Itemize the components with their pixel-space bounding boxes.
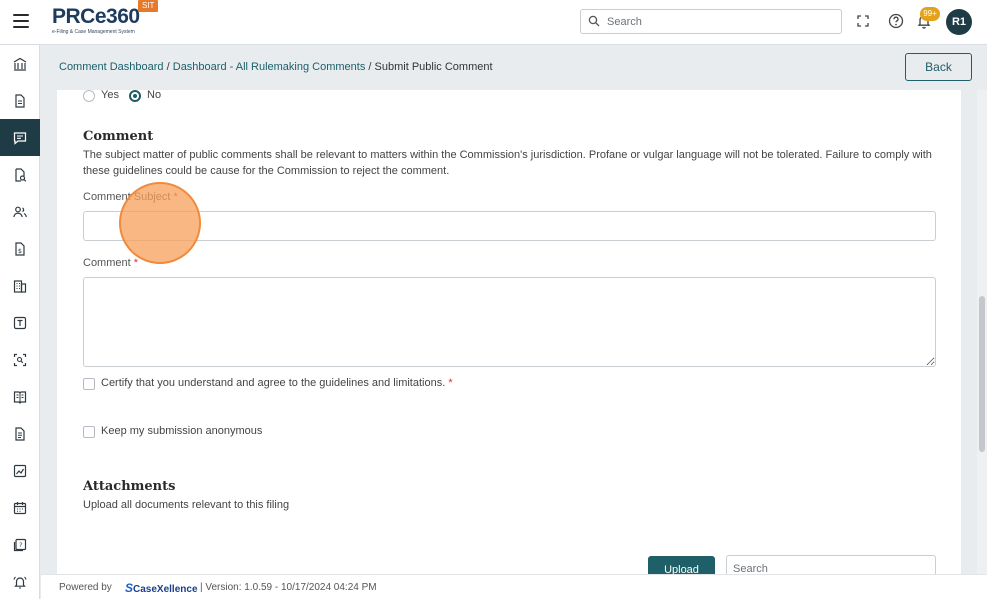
help-icon[interactable]: [887, 12, 905, 30]
chart-icon: [13, 464, 27, 477]
brand-mark-icon: S: [125, 581, 134, 595]
comment-subject-input[interactable]: [83, 211, 936, 241]
sidebar-item-alerts[interactable]: [0, 563, 40, 599]
radio-yes-label: Yes: [101, 90, 119, 101]
global-search: [580, 9, 842, 34]
footer: Powered by SCaseXellence | Version: 1.0.…: [41, 574, 987, 599]
submit-comment-form: Yes No Comment The subject matter of pub…: [57, 90, 961, 574]
users-icon: [13, 206, 27, 217]
radio-yes[interactable]: [83, 90, 95, 102]
sidebar-item-text[interactable]: [0, 304, 40, 341]
version-text: | Version: 1.0.59 - 10/17/2024 04:24 PM: [200, 582, 377, 593]
brand-logo: SCaseXellence: [125, 581, 198, 595]
invoice-icon: $: [15, 241, 25, 256]
required-marker: *: [448, 377, 453, 389]
text-box-icon: [13, 316, 27, 329]
avatar[interactable]: R1: [946, 9, 972, 35]
anonymous-label: Keep my submission anonymous: [101, 425, 263, 437]
attachments-search-input[interactable]: [726, 555, 936, 574]
breadcrumb-bar: Comment Dashboard / Dashboard - All Rule…: [41, 45, 987, 90]
sidebar: $ ?: [0, 45, 40, 599]
page-scrollbar-thumb[interactable]: [979, 296, 985, 452]
radio-no[interactable]: [129, 90, 141, 102]
bank-icon: [13, 57, 27, 71]
sidebar-item-users[interactable]: [0, 193, 40, 230]
sidebar-item-comments[interactable]: [0, 119, 40, 156]
menu-icon[interactable]: [13, 14, 29, 28]
fullscreen-icon[interactable]: [854, 12, 872, 30]
comment-section-title: Comment: [83, 129, 154, 144]
global-search-input[interactable]: [607, 13, 835, 30]
breadcrumb: Comment Dashboard / Dashboard - All Rule…: [59, 61, 493, 73]
click-indicator: [119, 182, 201, 264]
bell-alert-icon: [13, 576, 27, 589]
comment-icon: [13, 131, 27, 145]
certify-checkbox[interactable]: [83, 378, 95, 390]
file-text-icon: [15, 426, 25, 441]
breadcrumb-separator: /: [368, 61, 372, 73]
breadcrumb-separator: /: [166, 61, 170, 73]
logo-subtitle: e-Filing & Case Management System: [52, 29, 135, 35]
sidebar-item-books[interactable]: [0, 378, 40, 415]
comment-guidelines-text: The subject matter of public comments sh…: [83, 149, 932, 177]
search-icon: [588, 15, 600, 27]
help-book-icon: ?: [13, 538, 27, 551]
sidebar-item-search-docs[interactable]: [0, 156, 40, 193]
required-marker: *: [133, 257, 139, 269]
building-icon: [13, 279, 27, 293]
scan-icon: [13, 353, 27, 366]
sidebar-item-calendar[interactable]: [0, 489, 40, 526]
sidebar-item-help[interactable]: ?: [0, 526, 40, 563]
comment-textarea[interactable]: [83, 277, 936, 367]
top-header: PRCe360 e-Filing & Case Management Syste…: [0, 0, 987, 45]
sidebar-item-documents[interactable]: [0, 82, 40, 119]
back-button[interactable]: Back: [905, 53, 972, 81]
book-icon: [13, 390, 27, 404]
powered-by-text: Powered by: [59, 582, 112, 593]
sidebar-item-bank[interactable]: [0, 45, 40, 82]
breadcrumb-current-page: Submit Public Comment: [374, 61, 493, 73]
notification-count-badge: 99+: [920, 7, 940, 21]
upload-button[interactable]: Upload: [648, 556, 715, 574]
attachments-description: Upload all documents relevant to this fi…: [83, 499, 290, 511]
breadcrumb-all-rulemaking-comments[interactable]: Dashboard - All Rulemaking Comments: [173, 61, 366, 73]
document-icon: [15, 93, 25, 108]
sidebar-item-invoices[interactable]: $: [0, 230, 40, 267]
anonymous-checkbox[interactable]: [83, 426, 95, 438]
calendar-icon: [13, 501, 27, 514]
sidebar-item-reports[interactable]: [0, 452, 40, 489]
certify-label: Certify that you understand and agree to…: [101, 377, 453, 389]
sidebar-item-scan[interactable]: [0, 341, 40, 378]
breadcrumb-comment-dashboard[interactable]: Comment Dashboard: [59, 61, 164, 73]
svg-text:$: $: [18, 247, 22, 255]
attachments-section-title: Attachments: [83, 479, 176, 494]
sidebar-item-buildings[interactable]: [0, 267, 40, 304]
search-document-icon: [15, 167, 27, 182]
environment-badge: SIT: [138, 0, 159, 12]
sidebar-item-files[interactable]: [0, 415, 40, 452]
comment-label: Comment *: [83, 257, 139, 269]
radio-no-label: No: [147, 90, 162, 101]
svg-text:?: ?: [19, 541, 22, 549]
